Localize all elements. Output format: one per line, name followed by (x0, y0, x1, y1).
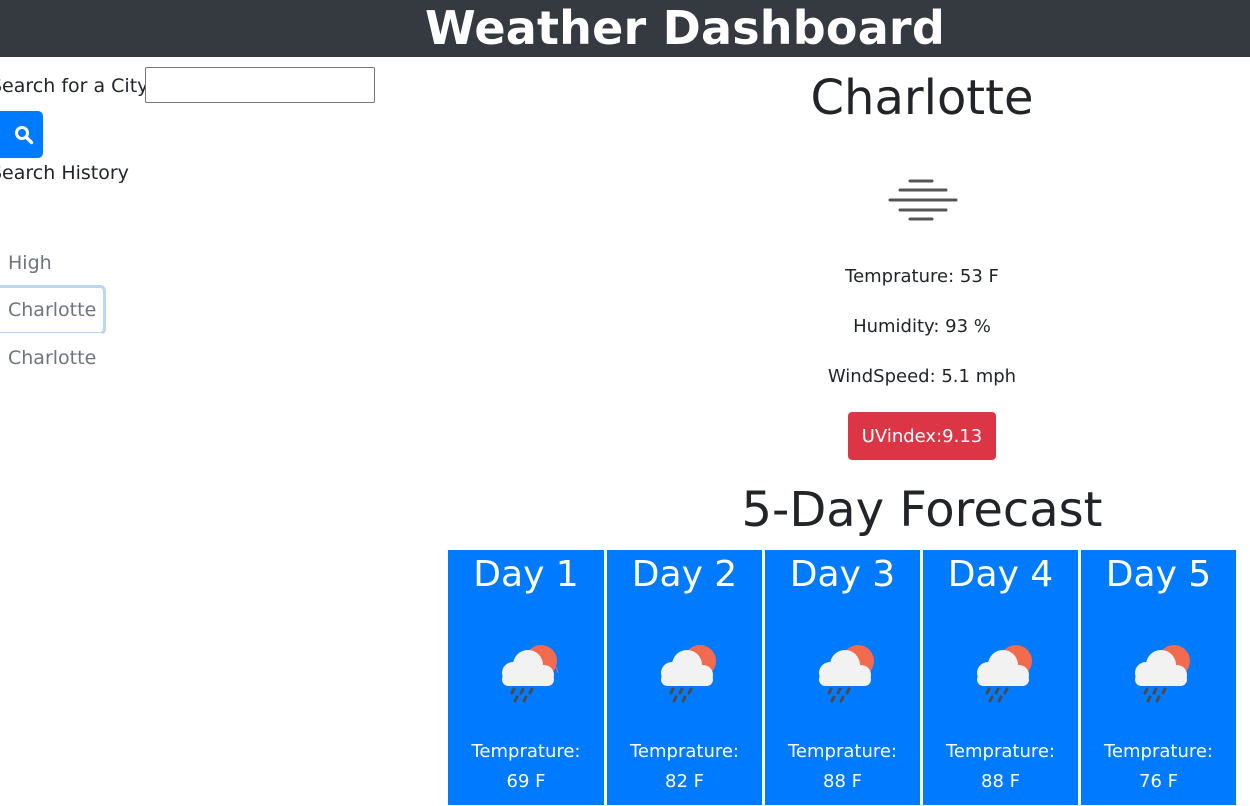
forecast-temp-label: Temprature: (787, 741, 897, 762)
forecast-title: 5-Day Forecast (741, 482, 1103, 538)
forecast-temperature: Temprature: 69 F (448, 737, 604, 797)
rain-cloud-sun-icon (661, 645, 716, 703)
forecast-temp-value: 88 F (823, 771, 862, 792)
page-title: Weather Dashboard (425, 1, 945, 55)
history-item-charlotte[interactable]: Charlotte (0, 285, 106, 335)
rain-cloud-sun-icon (819, 645, 874, 703)
forecast-temp-value: 76 F (1139, 771, 1178, 792)
forecast-card-day-4: Day 4 Temprature: 88 F (921, 549, 1079, 806)
forecast-temp-value: 88 F (981, 771, 1020, 792)
history-item-charlotte-2[interactable]: Charlotte (0, 333, 106, 383)
forecast-card-day-5: Day 5 Temprature: 76 F (1079, 549, 1237, 806)
forecast-temp-label: Temprature: (1103, 741, 1213, 762)
current-humidity: Humidity: 93 % (853, 316, 991, 337)
forecast-day-title: Day 2 (631, 554, 738, 595)
current-wind-speed: WindSpeed: 5.1 mph (827, 366, 1017, 387)
search-icon (14, 125, 33, 144)
forecast-temperature: Temprature: 88 F (765, 737, 920, 797)
forecast-temp-label: Temprature: (629, 741, 739, 762)
app-header: Weather Dashboard (0, 0, 1250, 57)
uv-index-badge: UVindex:9.13 (848, 412, 996, 460)
search-label: Search for a City: (0, 75, 154, 97)
forecast-temperature: Temprature: 88 F (923, 737, 1078, 797)
rain-cloud-sun-icon (977, 645, 1032, 703)
forecast-temp-label: Temprature: (471, 741, 581, 762)
mist-icon (888, 179, 958, 221)
forecast-temp-value: 69 F (506, 771, 546, 792)
rain-cloud-sun-icon (502, 645, 559, 703)
rain-cloud-sun-icon (1135, 645, 1190, 703)
current-temperature: Temprature: 53 F (845, 266, 999, 287)
search-history-title: Search History (0, 162, 129, 184)
current-city-name: Charlotte (810, 70, 1034, 126)
search-input[interactable] (145, 67, 375, 103)
forecast-card-day-3: Day 3 Temprature: 88 F (763, 549, 921, 806)
forecast-temp-label: Temprature: (945, 741, 1055, 762)
forecast-day-title: Day 4 (947, 554, 1054, 595)
forecast-card-day-1: Day 1 Temprature: 69 F (447, 549, 605, 806)
forecast-day-title: Day 3 (789, 554, 896, 595)
forecast-temp-value: 82 F (665, 771, 704, 792)
forecast-row: Day 1 Temprature: 69 F Day 2 Temprature:… (447, 549, 1250, 806)
forecast-day-title: Day 5 (1105, 554, 1212, 595)
forecast-card-day-2: Day 2 Temprature: 82 F (605, 549, 763, 806)
search-button[interactable] (0, 111, 43, 158)
forecast-day-title: Day 1 (473, 554, 579, 595)
forecast-temperature: Temprature: 76 F (1081, 737, 1236, 797)
forecast-temperature: Temprature: 82 F (607, 737, 762, 797)
history-item-high-point[interactable]: High Point (0, 238, 106, 318)
